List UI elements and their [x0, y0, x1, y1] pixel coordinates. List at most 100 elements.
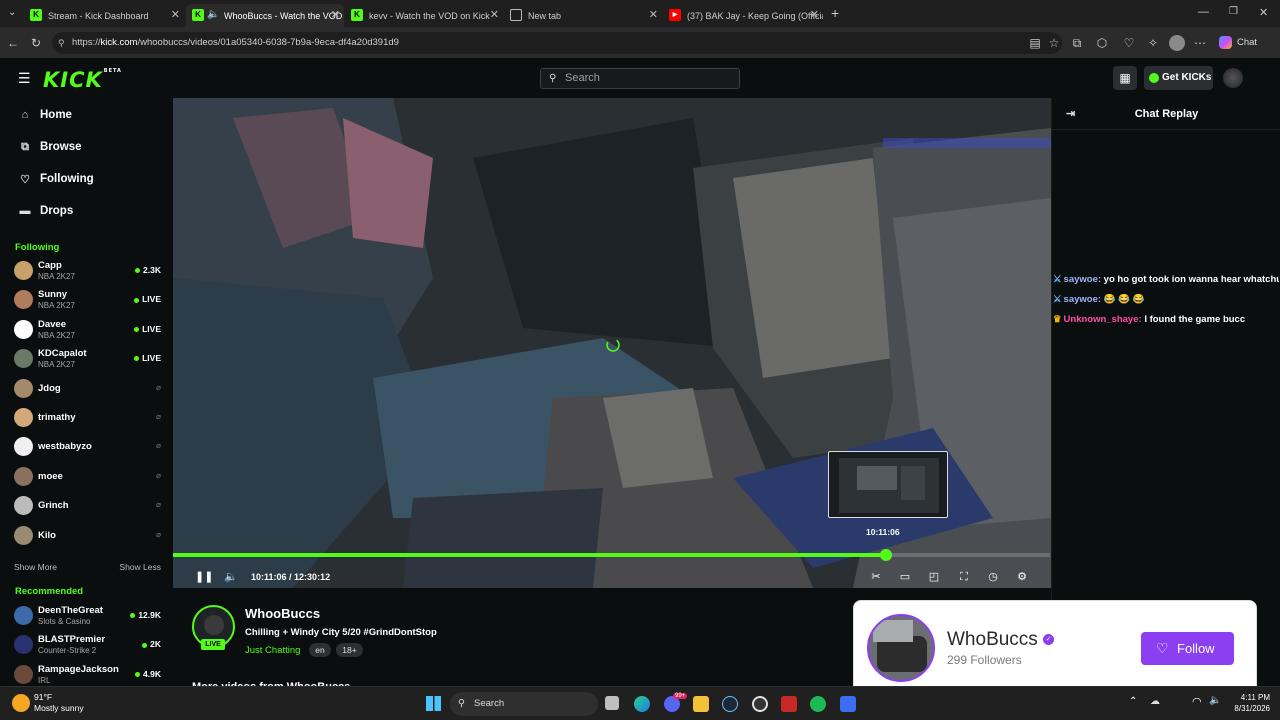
close-tab-icon[interactable]: ✕ — [171, 8, 180, 21]
channel-row[interactable]: DeenTheGreat Slots & Casino 12.9K — [14, 603, 166, 629]
viewer-status: LIVE — [134, 294, 161, 304]
seek-handle[interactable] — [880, 549, 892, 561]
speaker-icon[interactable]: 🔈 — [207, 9, 219, 20]
tab-kevv-vod[interactable]: K kevv - Watch the VOD on Kick ✕ — [345, 4, 503, 28]
kick-logo[interactable]: KICKBETA — [43, 68, 122, 92]
settings-gear-icon[interactable]: ⚙ — [1015, 570, 1029, 584]
browser-essentials-icon[interactable]: ✧ — [1145, 35, 1161, 51]
chat-username[interactable]: saywoe: — [1064, 274, 1102, 285]
seek-bar[interactable] — [173, 549, 1050, 561]
channel-row[interactable]: BLASTPremier Counter-Strike 2 2K — [14, 632, 166, 658]
weather-widget[interactable]: 91°F Mostly sunny — [34, 692, 84, 714]
copilot-icon[interactable] — [1219, 36, 1232, 49]
close-window-icon[interactable]: ✕ — [1259, 6, 1268, 19]
tab-youtube[interactable]: ▶ (37) BAK Jay - Keep Going (Official ✕ — [663, 4, 823, 28]
clip-icon[interactable]: ✂ — [869, 570, 883, 584]
user-avatar[interactable] — [1223, 68, 1243, 88]
picture-in-picture-icon[interactable]: ◰ — [927, 570, 941, 584]
channel-row[interactable]: moee ⌀ — [14, 464, 166, 490]
profile-avatar[interactable] — [1169, 35, 1185, 51]
address-bar[interactable]: ⚲ https://kick.com/whoobuccs/videos/01a0… — [52, 32, 1062, 54]
tab-list-chevron-icon[interactable]: ⌄ — [8, 7, 16, 18]
minimize-icon[interactable]: — — [1198, 6, 1209, 18]
back-icon[interactable]: ← — [5, 35, 21, 51]
edge-icon[interactable] — [634, 696, 650, 712]
close-tab-icon[interactable]: ✕ — [649, 8, 658, 21]
channel-row[interactable]: Davee NBA 2K27 LIVE — [14, 317, 166, 343]
channel-row[interactable]: westbabyzo ⌀ — [14, 434, 166, 460]
task-view-icon[interactable] — [605, 696, 619, 710]
collections-icon[interactable]: ⧉ — [1069, 35, 1085, 51]
studio-icon[interactable]: ▦ — [1113, 66, 1137, 90]
favorites-icon[interactable]: ♡ — [1121, 35, 1137, 51]
status-text: 2.3K — [143, 265, 161, 275]
video-editor-icon[interactable] — [781, 696, 797, 712]
close-tab-icon[interactable]: ✕ — [810, 8, 819, 21]
chat-username[interactable]: saywoe: — [1064, 294, 1102, 305]
volume-tray-icon[interactable]: 🔈 — [1209, 695, 1221, 706]
chat-username[interactable]: Unknown_shaye: — [1064, 314, 1142, 325]
channel-row[interactable]: Capp NBA 2K27 2.3K — [14, 258, 166, 284]
close-tab-icon[interactable]: ✕ — [331, 8, 340, 21]
reader-view-icon[interactable]: ▤ — [1027, 35, 1043, 51]
refresh-icon[interactable]: ↻ — [28, 35, 44, 51]
favorite-star-icon[interactable]: ☆ — [1046, 35, 1062, 51]
category-link[interactable]: Just Chatting — [245, 645, 300, 656]
channel-row[interactable]: trimathy ⌀ — [14, 405, 166, 431]
clock[interactable]: 4:11 PM 8/31/2026 — [1226, 692, 1270, 714]
taskbar-search[interactable]: ⚲ Search — [450, 692, 598, 716]
close-tab-icon[interactable]: ✕ — [490, 8, 499, 21]
extensions-icon[interactable]: ⬡ — [1094, 35, 1110, 51]
weather-sun-icon[interactable] — [12, 694, 30, 712]
get-kicks-button[interactable]: Get KICKs — [1144, 66, 1213, 90]
windows-start-icon[interactable] — [426, 696, 441, 711]
tag-age[interactable]: 18+ — [336, 643, 363, 657]
show-less-link[interactable]: Show Less — [119, 562, 161, 572]
onedrive-icon[interactable]: ☁ — [1150, 696, 1160, 707]
tag-language[interactable]: en — [309, 643, 331, 657]
nav-home[interactable]: ⌂ Home — [18, 105, 72, 125]
taskbar: 91°F Mostly sunny ⚲ Search 99+ ⌃ ☁ ◠ 🔈 4… — [0, 686, 1280, 720]
channel-avatar — [14, 349, 33, 369]
search-input[interactable]: ⚲ Search — [540, 68, 740, 89]
copilot-chat-label[interactable]: Chat — [1237, 37, 1257, 48]
channel-row[interactable]: Kilo ⌀ — [14, 523, 166, 549]
show-more-link[interactable]: Show More — [14, 562, 57, 572]
restore-icon[interactable]: ❐ — [1229, 6, 1238, 17]
follow-button[interactable]: ♡ Follow — [1141, 632, 1234, 665]
search-placeholder: Search — [565, 72, 600, 84]
follower-count: 299 Followers — [947, 653, 1022, 667]
theater-mode-icon[interactable]: ▭ — [898, 570, 912, 584]
obs-icon[interactable] — [752, 696, 768, 712]
channel-row[interactable]: Grinch ⌀ — [14, 493, 166, 519]
steam-icon[interactable] — [722, 696, 738, 712]
channel-row[interactable]: Sunny NBA 2K27 LIVE — [14, 287, 166, 313]
tab-whoobuccs-vod[interactable]: K 🔈 WhooBuccs - Watch the VOD ✕ — [186, 4, 344, 28]
network-wifi-icon[interactable]: ◠ — [1192, 695, 1202, 708]
channel-name: moee — [38, 470, 63, 482]
nav-browse[interactable]: ⧉ Browse — [18, 137, 81, 157]
spotify-icon[interactable] — [810, 696, 826, 712]
tab-new-tab[interactable]: New tab ✕ — [504, 4, 662, 28]
channel-name: Capp — [38, 260, 62, 271]
nav-following[interactable]: ♡ Following — [18, 169, 94, 189]
pause-icon[interactable]: ❚❚ — [195, 570, 213, 584]
site-info-icon[interactable]: ⚲ — [58, 32, 65, 54]
tab-kick-dashboard[interactable]: K Stream - Kick Dashboard ✕ — [24, 4, 184, 28]
hamburger-menu-icon[interactable]: ☰ — [18, 70, 31, 87]
nav-drops[interactable]: ▬ Drops — [18, 201, 74, 221]
volume-icon[interactable]: 🔈 — [224, 570, 238, 584]
channel-row[interactable]: RampageJackson IRL 4.9K — [14, 662, 166, 688]
collapse-chat-icon[interactable]: ⇥ — [1066, 98, 1075, 130]
channel-row[interactable]: Jdog ⌀ — [14, 376, 166, 402]
more-menu-icon[interactable]: ⋯ — [1192, 35, 1208, 51]
follow-card-avatar[interactable] — [867, 614, 935, 682]
playback-speed-icon[interactable]: ◷ — [986, 570, 1000, 584]
new-tab-icon[interactable]: + — [831, 5, 839, 21]
show-hidden-icons-icon[interactable]: ⌃ — [1129, 696, 1137, 707]
file-explorer-icon[interactable] — [693, 696, 709, 712]
channel-name[interactable]: WhooBuccs — [245, 606, 320, 621]
channel-row[interactable]: KDCapalot NBA 2K27 LIVE — [14, 346, 166, 372]
app-icon[interactable] — [840, 696, 856, 712]
fullscreen-icon[interactable]: ⛶ — [957, 570, 971, 584]
